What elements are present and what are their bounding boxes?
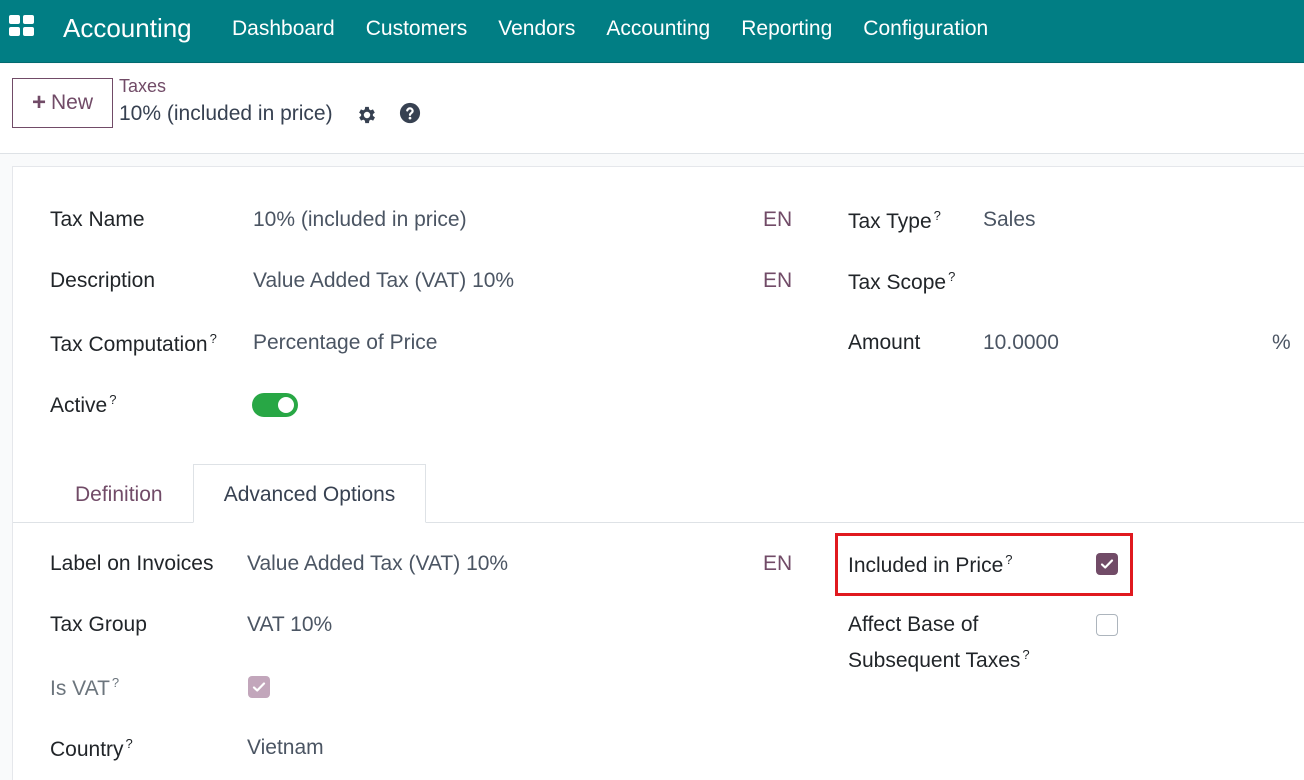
label-on-invoices-field[interactable]: Value Added Tax (VAT) 10% [247,552,508,576]
affect-base-label-line1: Affect Base of [848,613,979,636]
affect-base-checkbox[interactable] [1096,614,1118,636]
menu-dashboard[interactable]: Dashboard [232,17,335,41]
tax-type-select[interactable]: Sales [983,208,1036,232]
tax-type-label: Tax Type? [848,208,941,233]
apps-menu-icon[interactable] [9,15,37,39]
record-title: 10% (included in price) [119,102,333,125]
tax-computation-select[interactable]: Percentage of Price [253,331,437,355]
help-tooltip-icon[interactable]: ? [109,392,116,407]
tax-group-label: Tax Group [50,613,147,636]
tax-name-lang-button[interactable]: EN [763,208,792,232]
help-tooltip-icon[interactable]: ? [126,736,133,751]
country-label: Country? [50,736,133,761]
tax-scope-label: Tax Scope? [848,269,956,294]
tax-computation-label: Tax Computation? [50,331,217,356]
tax-name-label: Tax Name [50,208,145,231]
description-label: Description [50,269,156,292]
highlight-annotation-box [835,533,1133,596]
active-label: Active? [50,392,117,417]
tax-name-field[interactable]: 10% (included in price) [253,208,467,232]
gear-icon[interactable] [356,104,378,126]
check-icon [252,682,266,692]
new-button[interactable]: + New [12,78,113,128]
tab-definition[interactable]: Definition [75,483,163,507]
tab-advanced-options[interactable]: Advanced Options [193,464,426,523]
active-toggle[interactable] [252,393,298,417]
help-tooltip-icon[interactable]: ? [948,269,955,284]
amount-label: Amount [848,331,921,354]
form-sheet: Tax Name 10% (included in price) EN Desc… [12,166,1304,780]
description-field[interactable]: Value Added Tax (VAT) 10% [253,269,514,293]
menu-customers[interactable]: Customers [366,17,468,41]
menu-accounting[interactable]: Accounting [606,17,710,41]
amount-field[interactable]: 10.0000 [983,331,1059,355]
amount-unit: % [1272,331,1291,354]
control-panel: + New Taxes 10% (included in price) [0,64,1304,154]
app-brand[interactable]: Accounting [63,13,192,44]
help-tooltip-icon[interactable]: ? [112,675,119,690]
tax-group-select[interactable]: VAT 10% [247,613,332,637]
affect-base-label-line2: Subsequent Taxes? [848,647,1030,672]
help-tooltip-icon[interactable]: ? [210,331,217,346]
plus-icon: + [31,89,46,116]
invoice-label-lang-button[interactable]: EN [763,552,792,576]
menu-configuration[interactable]: Configuration [863,17,988,41]
label-on-invoices-label: Label on Invoices [50,552,214,575]
help-tooltip-icon[interactable]: ? [1022,647,1029,662]
new-button-label: New [51,91,94,114]
breadcrumb-taxes[interactable]: Taxes [119,76,166,97]
is-vat-label: Is VAT? [50,675,120,700]
help-tooltip-icon[interactable]: ? [934,208,941,223]
help-icon[interactable] [399,102,421,124]
description-lang-button[interactable]: EN [763,269,792,293]
is-vat-checkbox [248,676,270,698]
country-select[interactable]: Vietnam [247,736,324,760]
top-navbar: Accounting Dashboard Customers Vendors A… [0,0,1304,63]
menu-reporting[interactable]: Reporting [741,17,832,41]
main-menu: Dashboard Customers Vendors Accounting R… [232,17,1019,41]
menu-vendors[interactable]: Vendors [498,17,575,41]
